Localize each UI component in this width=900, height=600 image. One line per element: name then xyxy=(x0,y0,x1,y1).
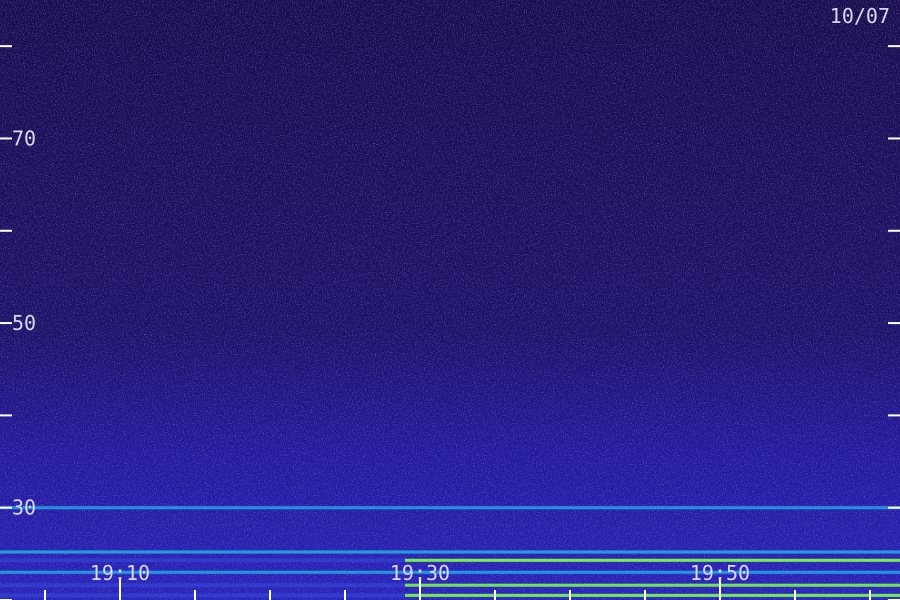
noise-texture xyxy=(0,0,900,600)
y-tick-label: 50 xyxy=(12,311,36,335)
date-label: 10/07 xyxy=(829,4,890,28)
x-tick-label: 19:10 xyxy=(90,561,150,585)
plot-surface: 30 50 70 19:10 19:30 19:50 xyxy=(0,0,900,600)
y-tick-label: 70 xyxy=(12,126,36,150)
x-tick-label: 19:50 xyxy=(690,561,750,585)
emission-band xyxy=(405,558,900,562)
y-tick-label: 30 xyxy=(12,496,36,520)
spectrogram-plot: 30 50 70 19:10 19:30 19:50 10/07 xyxy=(0,0,900,600)
emission-band xyxy=(405,583,900,587)
x-tick-label: 19:30 xyxy=(390,561,450,585)
emission-band xyxy=(0,506,900,510)
emission-band xyxy=(405,593,900,597)
emission-band xyxy=(0,550,900,554)
